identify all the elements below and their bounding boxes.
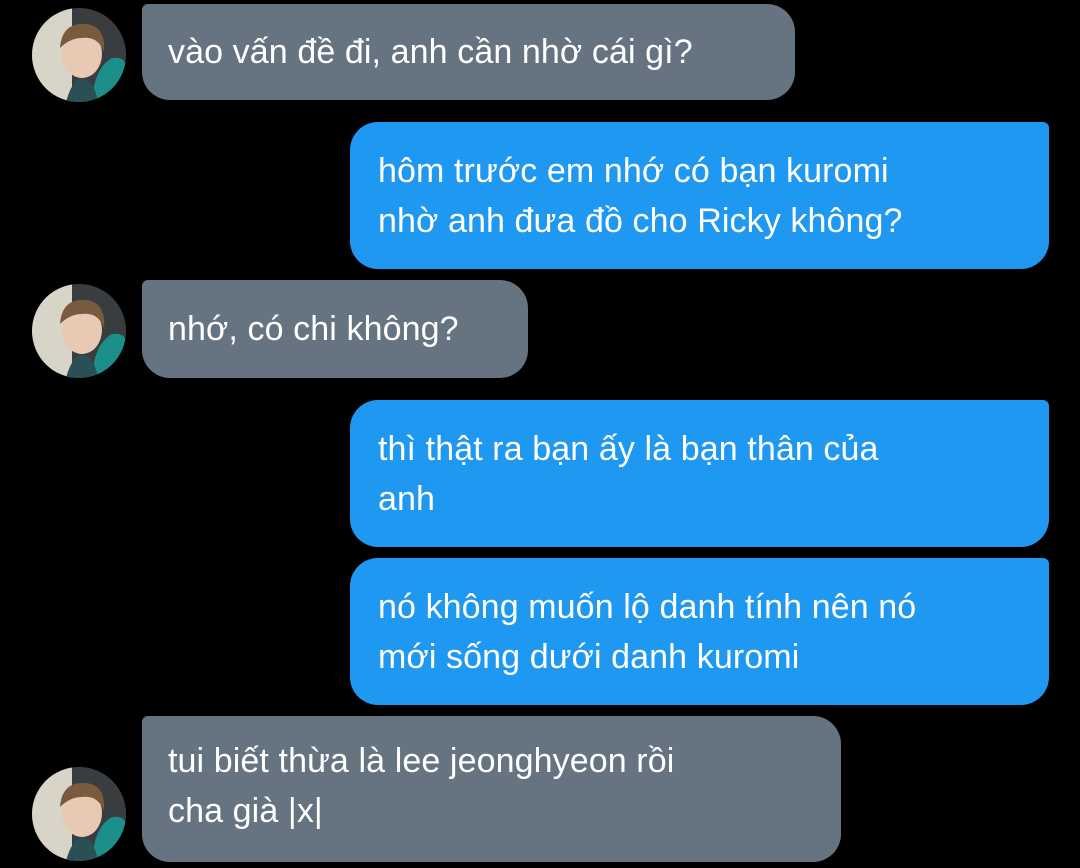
avatar-photo-icon [32, 767, 126, 861]
sender-avatar[interactable] [32, 284, 126, 378]
incoming-message[interactable]: vào vấn đề đi, anh cần nhờ cái gì? [142, 4, 795, 100]
outgoing-message[interactable]: hôm trước em nhớ có bạn kuromi nhờ anh đ… [350, 122, 1049, 269]
sender-avatar[interactable] [32, 767, 126, 861]
incoming-message[interactable]: nhớ, có chi không? [142, 280, 528, 378]
avatar-photo-icon [32, 8, 126, 102]
incoming-message[interactable]: tui biết thừa là lee jeonghyeon rồi cha … [142, 716, 841, 862]
avatar-photo-icon [32, 284, 126, 378]
outgoing-message[interactable]: nó không muốn lộ danh tính nên nó mới số… [350, 558, 1049, 705]
outgoing-message[interactable]: thì thật ra bạn ấy là bạn thân của anh [350, 400, 1049, 547]
sender-avatar[interactable] [32, 8, 126, 102]
